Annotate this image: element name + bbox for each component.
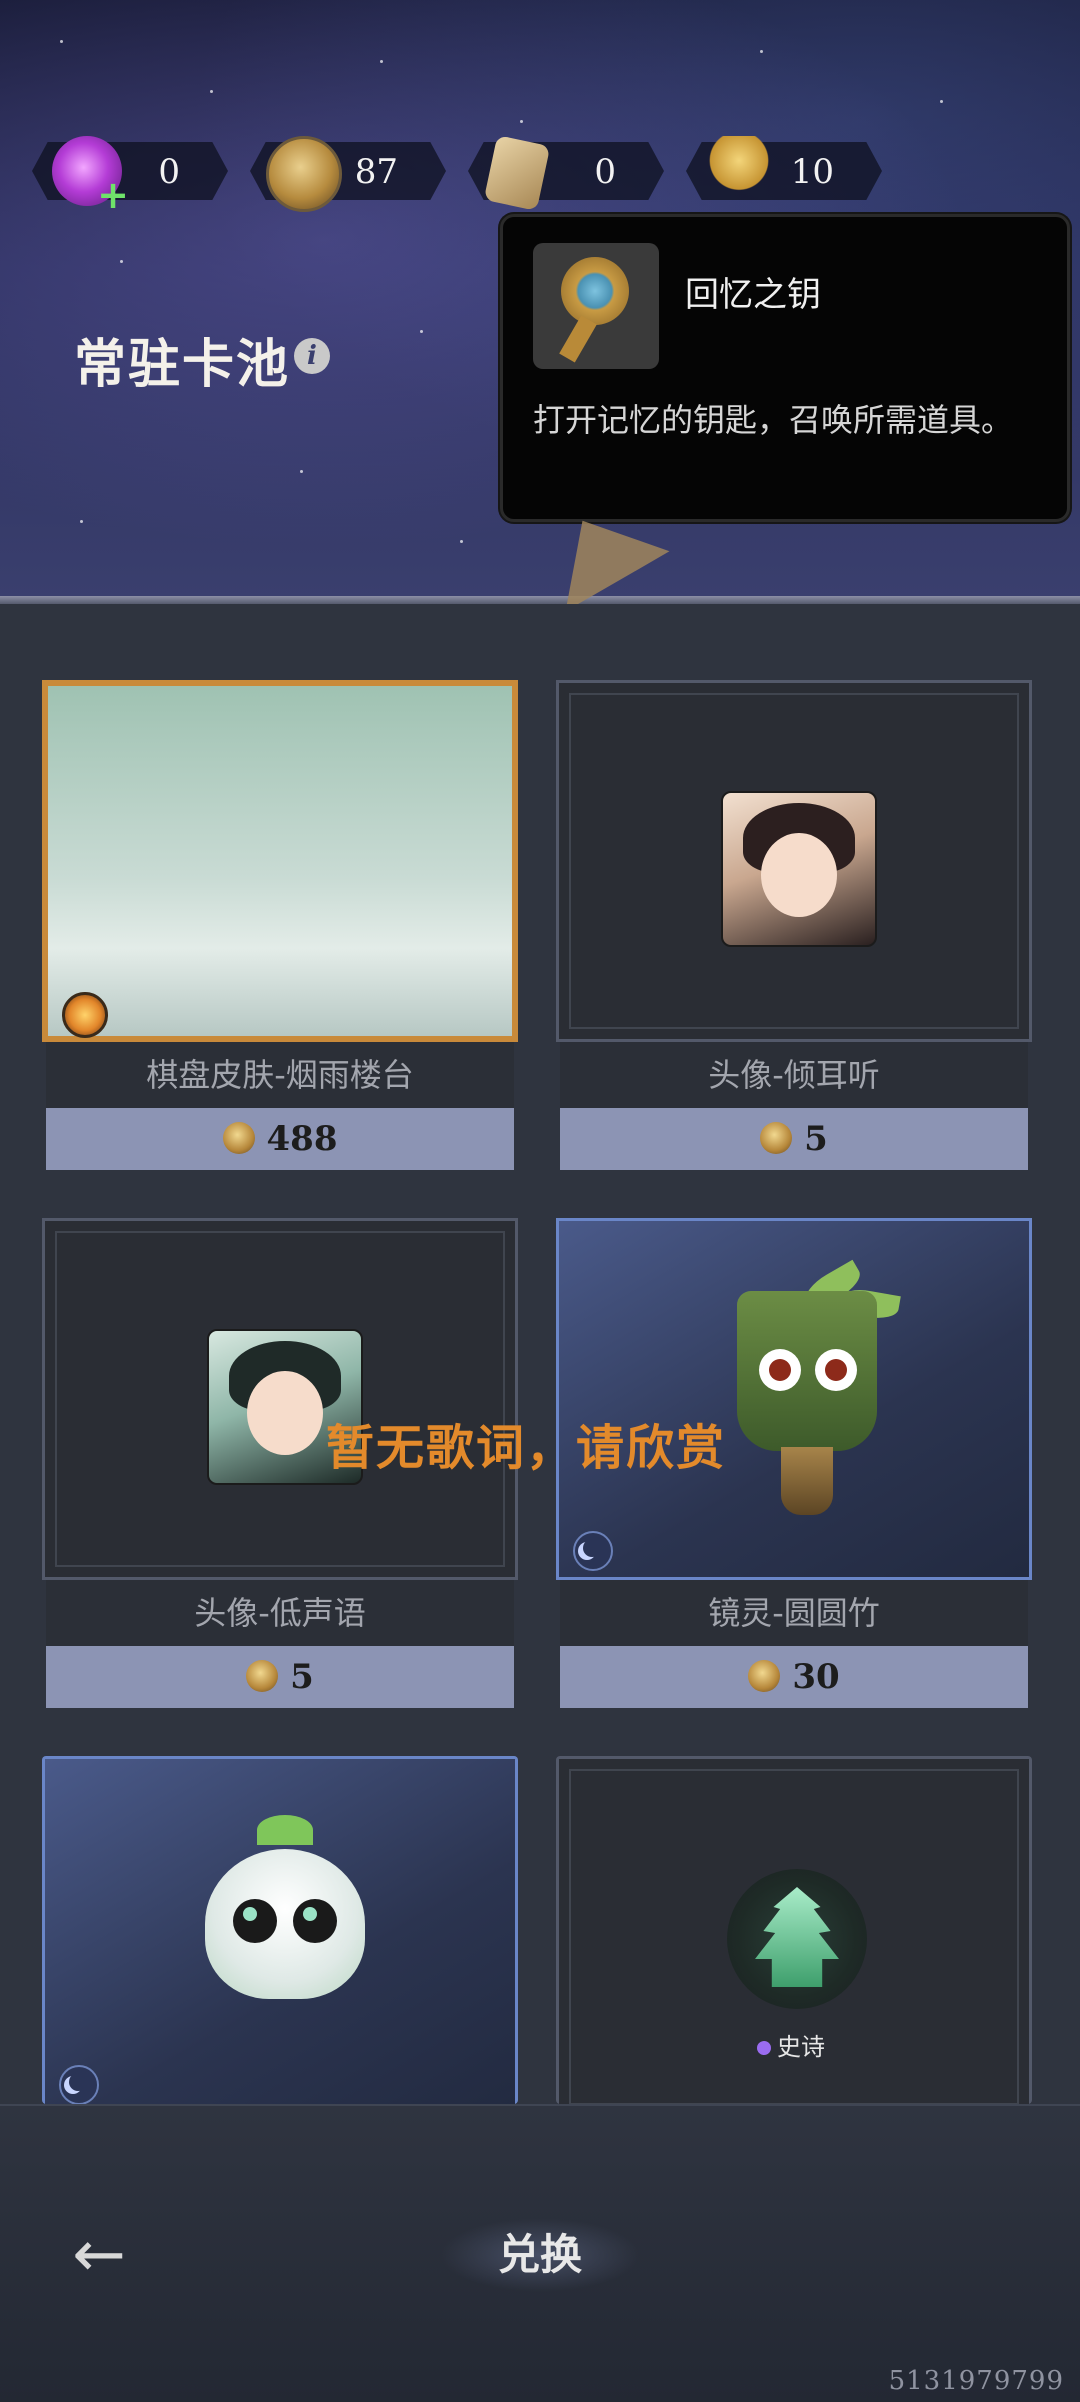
coin-icon [748,1660,781,1692]
star [760,50,763,53]
price-value: 5 [804,1119,828,1159]
star [210,90,213,93]
spirit-stand [781,1447,833,1515]
exchange-card[interactable] [42,1756,518,2104]
price-value: 5 [290,1657,314,1697]
exchange-button[interactable]: 兑换 [440,2218,640,2292]
user-id: 5131979799 [888,2366,1064,2396]
card-price[interactable]: 5 [46,1646,514,1708]
eye [759,1349,801,1391]
exchange-card[interactable]: 棋盘皮肤-烟雨楼台 488 [42,680,518,1180]
currency-value: 0 [594,152,616,192]
rarity-label: 史诗 [757,2027,825,2062]
tooltip-title: 回忆之钥 [685,275,821,315]
card-image [42,1756,518,2104]
header-divider [0,596,1080,604]
card-image: 史诗 [556,1756,1032,2104]
card-price[interactable]: 488 [46,1108,514,1170]
moon-icon [757,2041,771,2055]
moon-icon [573,1531,613,1571]
key-shaft [559,315,597,363]
star [300,470,303,473]
price-value: 488 [266,1119,338,1159]
card-image [556,1218,1032,1580]
bamboo-spirit [737,1291,877,1451]
exchange-card[interactable]: 史诗 [556,1756,1032,2104]
card-price[interactable]: 5 [560,1108,1028,1170]
currency-value: 87 [354,152,398,192]
ghost-spirit [205,1849,365,1999]
rarity-text: 史诗 [777,2033,825,2061]
item-tooltip: 回忆之钥 打开记忆的钥匙，召唤所需道具。 [500,214,1070,522]
sprout [257,1815,313,1845]
info-icon[interactable]: i [294,338,330,374]
coin-icon [246,1660,279,1692]
star [120,260,123,263]
eye [815,1349,857,1391]
coin-icon [222,1122,255,1154]
card-name: 头像-低声语 [46,1580,514,1646]
star [80,520,83,523]
star [420,330,423,333]
pool-title: 常驻卡池 [74,334,291,395]
eye [293,1899,337,1943]
moon-icon [59,2065,99,2104]
price-value: 30 [792,1657,840,1697]
avatar-face [247,1371,323,1455]
coin-icon [266,136,342,212]
card-price[interactable]: 30 [560,1646,1028,1708]
key-icon [704,136,774,206]
lyric-overlay: 暂无歌词，请欣赏 [326,1420,727,1476]
card-image [42,680,518,1042]
card-name: 棋盘皮肤-烟雨楼台 [46,1042,514,1108]
eye [233,1899,277,1943]
star [460,540,463,543]
currency-value: 0 [158,152,180,192]
star [940,100,943,103]
currency-value: 10 [790,152,834,192]
back-arrow-icon[interactable]: ← [64,2220,134,2290]
tooltip-description: 打开记忆的钥匙，召唤所需道具。 [533,401,1014,439]
key-icon [561,257,629,325]
card-image [42,1218,518,1580]
avatar-image [721,791,877,947]
rarity-orb-icon [62,992,108,1038]
star [380,60,383,63]
coin-icon [760,1122,793,1154]
tooltip-icon-box [533,243,659,369]
star [520,120,523,123]
card-name: 镜灵-圆圆竹 [560,1580,1028,1646]
candy-icon[interactable]: + [52,136,129,214]
star [60,40,63,43]
avatar-face [761,833,837,917]
card-name: 头像-倾耳听 [560,1042,1028,1108]
plus-icon[interactable]: + [96,176,130,214]
exchange-card[interactable]: 头像-倾耳听 5 [556,680,1032,1180]
card-image [556,680,1032,1042]
